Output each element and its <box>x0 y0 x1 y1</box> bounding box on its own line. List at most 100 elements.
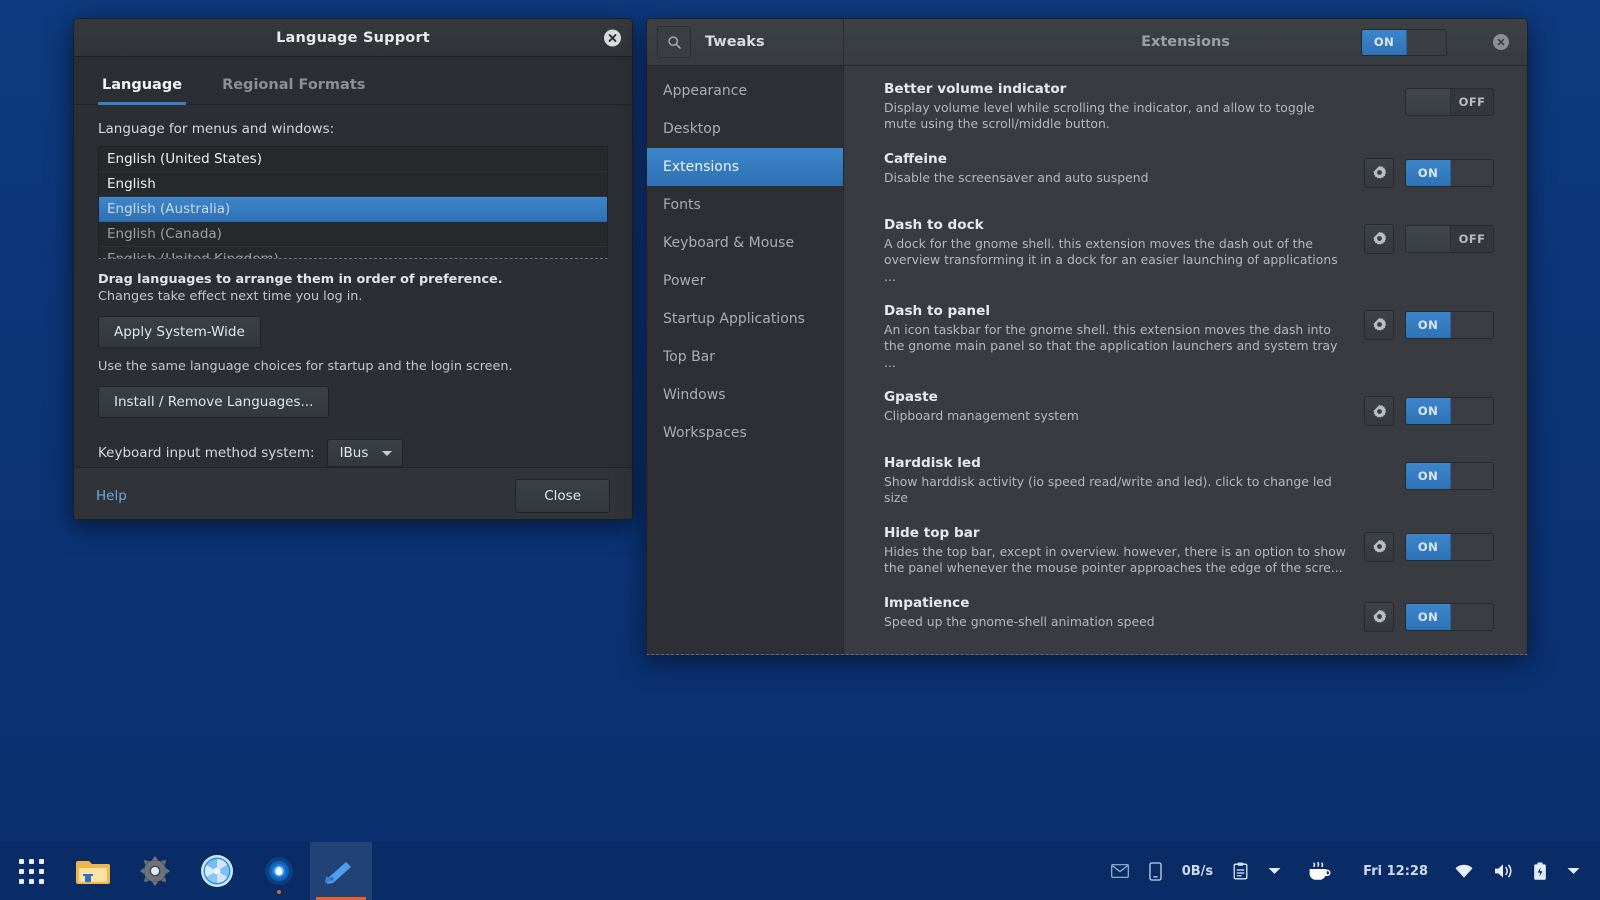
apply-system-wide-button[interactable]: Apply System-Wide <box>98 316 261 348</box>
switch-knob: ON <box>1406 603 1451 630</box>
tweaks-window: Tweaks Extensions ON OFF Appearance Desk… <box>646 18 1528 655</box>
list-item[interactable]: English <box>99 172 607 197</box>
sidebar-item-top-bar[interactable]: Top Bar <box>647 338 843 376</box>
chevron-down-icon <box>382 450 393 456</box>
gear-icon[interactable] <box>1364 396 1394 426</box>
sidebar-item-appearance[interactable]: Appearance <box>647 72 843 110</box>
extension-row: Hide top bar Hides the top bar, except in… <box>844 516 1527 586</box>
sidebar-item-startup-applications[interactable]: Startup Applications <box>647 300 843 338</box>
close-circle-icon[interactable] <box>604 29 621 46</box>
switch-label: OFF <box>1451 225 1493 252</box>
tweaks-headerbar-right: Extensions ON OFF <box>844 19 1527 65</box>
tab-regional-formats[interactable]: Regional Formats <box>218 70 369 105</box>
language-dialog-body: Language Regional Formats Language for m… <box>74 57 632 467</box>
switch-knob: ON <box>1362 29 1407 55</box>
tab-language[interactable]: Language <box>98 70 187 105</box>
water-drop-icon[interactable] <box>248 842 310 900</box>
extension-toggle[interactable]: ONOFF <box>1405 310 1494 339</box>
list-item[interactable]: English (United Kingdom) <box>99 247 607 258</box>
sidebar-item-keyboard-mouse[interactable]: Keyboard & Mouse <box>647 224 843 262</box>
language-list-label: Language for menus and windows: <box>98 121 335 137</box>
chevron-down-icon[interactable] <box>1557 842 1590 900</box>
keyboard-input-method-value: IBus <box>339 445 369 461</box>
network-speed-label[interactable]: 0B/s <box>1172 842 1223 900</box>
extension-row: Gpaste Clipboard management system ONOFF <box>844 380 1527 446</box>
extension-info: Gpaste Clipboard management system <box>884 389 1364 424</box>
tweaks-sidebar: Appearance Desktop Extensions Fonts Keyb… <box>647 66 844 654</box>
extension-controls: ONOFF <box>1364 595 1494 632</box>
extension-toggle[interactable]: ONOFF <box>1405 397 1494 425</box>
extension-toggle[interactable]: ONOFF <box>1405 462 1494 490</box>
settings-gear-icon[interactable] <box>124 842 186 900</box>
language-dialog-titlebar: Language Support <box>74 19 632 57</box>
extensions-list[interactable]: Better volume indicator Display volume le… <box>844 66 1527 654</box>
list-item[interactable]: English (Australia) <box>99 197 607 222</box>
language-tab-content: Language for menus and windows: English … <box>74 105 632 467</box>
clipboard-icon[interactable] <box>1223 842 1258 900</box>
extension-info: Impatience Speed up the gnome-shell anima… <box>884 595 1364 630</box>
sidebar-item-fonts[interactable]: Fonts <box>647 186 843 224</box>
extension-name: Dash to dock <box>884 216 984 233</box>
extensions-master-toggle[interactable]: ON OFF <box>1361 28 1447 56</box>
extension-controls: OFF <box>1364 217 1494 254</box>
sidebar-item-desktop[interactable]: Desktop <box>647 110 843 148</box>
extension-toggle[interactable]: OFF <box>1405 88 1494 116</box>
extension-controls: ONOFF <box>1364 389 1494 426</box>
extension-info: Caffeine Disable the screensaver and auto… <box>884 151 1364 186</box>
help-link[interactable]: Help <box>96 488 127 504</box>
language-list[interactable]: English (United States) English English … <box>98 146 608 259</box>
clock-label[interactable]: Fri 12:28 <box>1347 842 1444 900</box>
sidebar-item-workspaces[interactable]: Workspaces <box>647 414 843 452</box>
extension-row: Impatience Speed up the gnome-shell anima… <box>844 586 1527 652</box>
extension-row: Dash to dock A dock for the gnome shell. … <box>844 208 1527 294</box>
shutter-camera-icon[interactable] <box>186 842 248 900</box>
gear-icon[interactable] <box>1364 157 1394 188</box>
extension-name: Hide top bar <box>884 524 980 541</box>
text-editor-icon[interactable] <box>310 842 372 900</box>
extension-info: Hide top bar Hides the top bar, except in… <box>884 525 1364 577</box>
keyboard-input-method-select[interactable]: IBus <box>326 439 404 467</box>
sidebar-item-extensions[interactable]: Extensions <box>647 148 843 186</box>
chevron-down-icon[interactable] <box>1258 842 1291 900</box>
running-indicator <box>277 890 281 894</box>
battery-icon[interactable] <box>1523 842 1557 900</box>
extension-controls: ONOFF <box>1364 455 1494 490</box>
extension-toggle[interactable]: ONOFF <box>1405 602 1494 631</box>
mail-icon[interactable] <box>1101 842 1139 900</box>
gear-icon[interactable] <box>1364 223 1394 254</box>
search-icon[interactable] <box>657 26 691 58</box>
tweaks-headerbar-left: Tweaks <box>647 19 844 65</box>
sidebar-item-power[interactable]: Power <box>647 262 843 300</box>
gear-icon[interactable] <box>1364 601 1394 632</box>
taskbar: 0B/s Fri 12:28 <box>0 842 1600 900</box>
extension-toggle[interactable]: OFF <box>1405 224 1494 253</box>
extension-toggle[interactable]: ONOFF <box>1405 158 1494 187</box>
extension-controls: OFF <box>1364 81 1494 116</box>
switch-knob <box>1406 225 1451 252</box>
switch-knob: ON <box>1406 398 1451 424</box>
close-button[interactable]: Close <box>515 478 610 513</box>
phone-icon[interactable] <box>1139 842 1172 900</box>
extension-name: Harddisk led <box>884 455 981 471</box>
extension-row: Caffeine Disable the screensaver and auto… <box>844 142 1527 208</box>
switch-label: OFF <box>1451 311 1493 338</box>
apps-grid-icon[interactable] <box>0 842 62 900</box>
close-circle-icon[interactable] <box>1493 34 1509 50</box>
wifi-icon[interactable] <box>1444 842 1484 900</box>
coffee-cup-icon[interactable] <box>1291 842 1347 900</box>
list-item[interactable]: English (Canada) <box>99 222 607 247</box>
extension-row: Dash to panel An icon taskbar for the gno… <box>844 294 1527 380</box>
keyboard-input-method-row: Keyboard input method system: IBus <box>98 439 608 467</box>
install-remove-languages-button[interactable]: Install / Remove Languages... <box>98 386 330 418</box>
gear-icon[interactable] <box>1364 531 1394 562</box>
sidebar-item-windows[interactable]: Windows <box>647 376 843 414</box>
file-manager-icon[interactable] <box>62 842 124 900</box>
list-item[interactable]: English (United States) <box>99 147 607 172</box>
extension-toggle[interactable]: ONOFF <box>1405 532 1494 561</box>
switch-label: OFF <box>1451 463 1493 489</box>
extension-info: Dash to panel An icon taskbar for the gno… <box>884 303 1364 371</box>
gear-icon[interactable] <box>1364 309 1394 340</box>
drag-hint: Drag languages to arrange them in order … <box>98 272 503 287</box>
language-dialog-footer: Help Close <box>74 467 632 519</box>
volume-icon[interactable] <box>1484 842 1523 900</box>
